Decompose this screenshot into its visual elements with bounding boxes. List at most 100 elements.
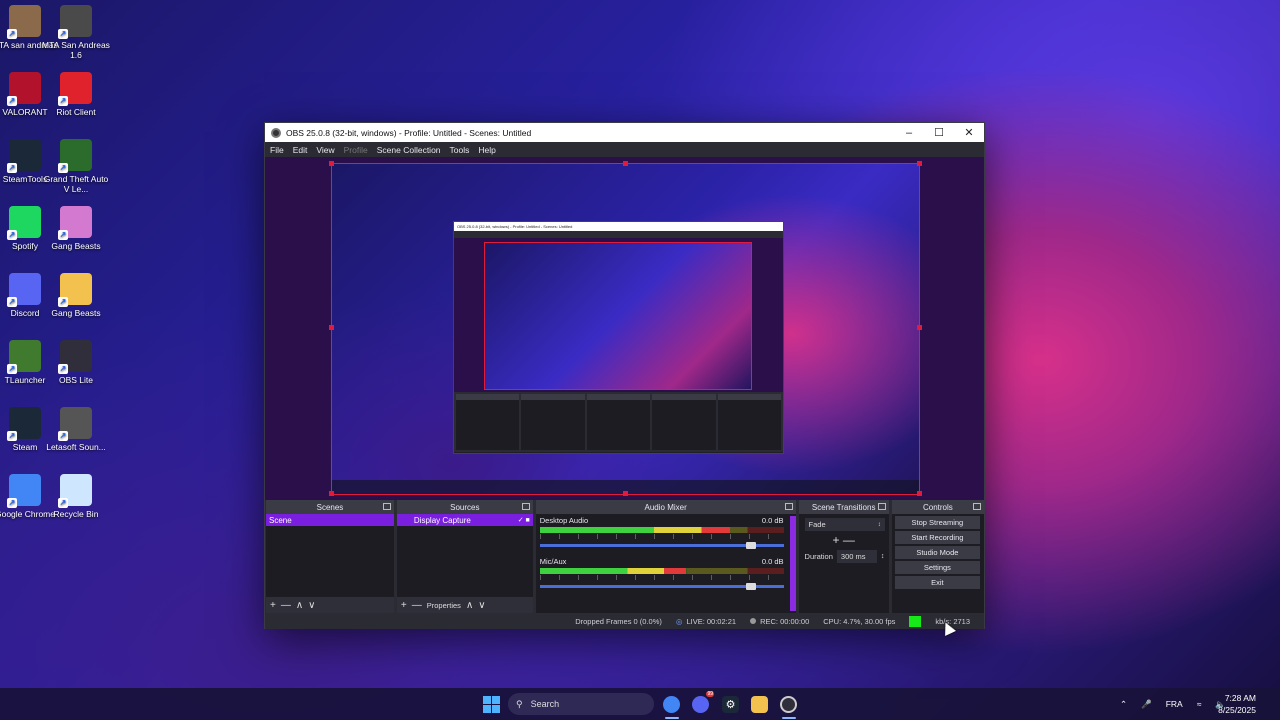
- duration-row: Duration 300 ms ↕: [799, 550, 889, 563]
- close-button[interactable]: ✕: [954, 123, 984, 142]
- display-capture-preview[interactable]: OBS 25.0.8 (32-bit, windows) - Profile: …: [331, 163, 920, 495]
- menu-edit[interactable]: Edit: [293, 145, 308, 155]
- resize-handle-mr[interactable]: [917, 325, 922, 330]
- steam-icon[interactable]: ⚙: [722, 696, 739, 713]
- discord-badge: 99: [706, 691, 714, 697]
- menu-tools[interactable]: Tools: [450, 145, 470, 155]
- shortcut-arrow-icon: ↗: [7, 431, 17, 441]
- spin-arrows-icon[interactable]: ↕: [881, 553, 885, 560]
- move-scene-down-button[interactable]: ∨: [308, 600, 315, 611]
- obs-taskbar-icon[interactable]: [780, 696, 797, 713]
- resize-handle-tl[interactable]: [329, 161, 334, 166]
- sources-dock-header: Sources: [396, 500, 533, 514]
- taskbar-clock[interactable]: 7:28 AM 8/25/2025: [1218, 692, 1256, 716]
- controls-dock: Controls Stop Streaming Start Recording …: [891, 500, 984, 613]
- chrome-icon[interactable]: [663, 696, 680, 713]
- desktop-shortcut[interactable]: ↗ Grand Theft Auto V Le...: [41, 139, 111, 194]
- wifi-icon[interactable]: ≈: [1197, 699, 1202, 709]
- discord-icon[interactable]: 99: [692, 691, 714, 713]
- slider-knob[interactable]: [745, 583, 756, 590]
- file-explorer-icon[interactable]: [751, 696, 768, 713]
- resize-handle-ml[interactable]: [329, 325, 334, 330]
- desktop-shortcut[interactable]: ↗ Riot Client: [41, 72, 111, 117]
- exit-button[interactable]: Exit: [894, 576, 980, 589]
- source-properties-button[interactable]: Properties: [427, 601, 461, 610]
- dock-float-icon[interactable]: [521, 503, 530, 510]
- menu-help[interactable]: Help: [478, 145, 495, 155]
- resize-handle-tc[interactable]: [623, 161, 628, 166]
- shortcut-arrow-icon: ↗: [7, 230, 17, 240]
- desktop-shortcut[interactable]: ↗ MTA San Andreas 1.6: [41, 5, 111, 60]
- obs-app-icon: [271, 127, 281, 138]
- remove-transition-button[interactable]: —: [843, 533, 855, 547]
- mixer-scrollbar[interactable]: [789, 516, 796, 611]
- shortcut-arrow-icon: ↗: [58, 431, 68, 441]
- taskbar-search[interactable]: ⚲ Search: [508, 693, 654, 715]
- stop-streaming-button[interactable]: Stop Streaming: [894, 516, 980, 529]
- language-indicator[interactable]: FRA: [1166, 699, 1183, 709]
- desktop-shortcut[interactable]: ↗ Gang Beasts: [41, 273, 111, 318]
- mixer-channels: Desktop Audio 0.0 dB Mic/Aux 0.0 dB: [536, 514, 796, 613]
- duration-spinbox[interactable]: 300 ms: [836, 550, 877, 563]
- move-source-down-button[interactable]: ∨: [478, 600, 485, 611]
- shortcut-arrow-icon: ↗: [7, 498, 17, 508]
- settings-button[interactable]: Settings: [894, 561, 980, 574]
- scene-transitions-dock: Scene Transitions Fade ↕ + — Duration 30…: [798, 500, 889, 613]
- tlauncher-icon: ↗: [7, 340, 41, 374]
- discord-icon: ↗: [7, 273, 41, 307]
- sources-footer: + — Properties ∧ ∨: [396, 597, 533, 613]
- desktop-shortcut-label: Grand Theft Auto V Le...: [43, 174, 109, 194]
- add-transition-button[interactable]: +: [832, 533, 839, 547]
- menu-view[interactable]: View: [316, 145, 334, 155]
- channel-db: 0.0 dB: [761, 557, 784, 566]
- menu-profile[interactable]: Profile: [344, 145, 368, 155]
- resize-handle-bl[interactable]: [329, 491, 334, 496]
- start-recording-button[interactable]: Start Recording: [894, 531, 980, 544]
- dock-float-icon[interactable]: [382, 503, 391, 510]
- desktop-shortcut[interactable]: ↗ Letasoft Soun...: [41, 407, 111, 452]
- controls-body: Stop Streaming Start Recording Studio Mo…: [892, 514, 984, 613]
- resize-handle-br[interactable]: [917, 491, 922, 496]
- dropped-frames: Dropped Frames 0 (0.0%): [575, 616, 662, 626]
- studio-mode-button[interactable]: Studio Mode: [894, 546, 980, 559]
- obs-titlebar[interactable]: OBS 25.0.8 (32-bit, windows) - Profile: …: [265, 123, 984, 142]
- scene-item[interactable]: Scene: [266, 514, 394, 526]
- shortcut-arrow-icon: ↗: [7, 163, 17, 173]
- scene-transitions-dock-header: Scene Transitions: [798, 500, 889, 514]
- dock-float-icon[interactable]: [877, 503, 886, 510]
- volume-slider[interactable]: [539, 583, 784, 590]
- source-item[interactable]: Display Capture ✓ ■: [396, 514, 533, 526]
- menu-scene-collection[interactable]: Scene Collection: [377, 145, 441, 155]
- maximize-button[interactable]: ☐: [924, 123, 954, 142]
- shortcut-arrow-icon: ↗: [58, 498, 68, 508]
- chevron-up-icon[interactable]: ⌃: [1120, 699, 1127, 710]
- remove-source-button[interactable]: —: [412, 600, 422, 611]
- resize-handle-bc[interactable]: [623, 491, 628, 496]
- desktop-shortcut[interactable]: ↗ Recycle Bin: [41, 474, 111, 519]
- remove-scene-button[interactable]: —: [281, 600, 291, 611]
- slider-knob[interactable]: [745, 542, 756, 549]
- transition-select[interactable]: Fade ↕: [804, 518, 885, 531]
- shortcut-arrow-icon: ↗: [7, 29, 17, 39]
- visibility-eye-icon[interactable]: ✓ ■: [518, 516, 530, 524]
- scenes-dock-header: Scenes: [266, 500, 394, 514]
- preview-area[interactable]: OBS 25.0.8 (32-bit, windows) - Profile: …: [265, 157, 984, 500]
- minimize-button[interactable]: –: [894, 123, 924, 142]
- dock-float-icon[interactable]: [973, 503, 981, 510]
- volume-slider[interactable]: [539, 542, 784, 549]
- add-source-button[interactable]: +: [401, 600, 407, 611]
- move-scene-up-button[interactable]: ∧: [296, 600, 303, 611]
- meter-scale: [539, 534, 784, 539]
- microphone-icon[interactable]: 🎤: [1141, 699, 1152, 710]
- menu-file[interactable]: File: [270, 145, 284, 155]
- scenes-footer: + — ∧ ∨: [266, 597, 394, 613]
- start-button[interactable]: [483, 696, 500, 713]
- add-scene-button[interactable]: +: [270, 600, 276, 611]
- desktop-shortcut[interactable]: ↗ OBS Lite: [41, 340, 111, 385]
- meter-scale: [539, 575, 784, 580]
- live-time: LIVE: 00:02:21: [686, 616, 737, 626]
- dock-float-icon[interactable]: [784, 503, 793, 510]
- resize-handle-tr[interactable]: [917, 161, 922, 166]
- move-source-up-button[interactable]: ∧: [466, 600, 473, 611]
- desktop-shortcut[interactable]: ↗ Gang Beasts: [41, 206, 111, 251]
